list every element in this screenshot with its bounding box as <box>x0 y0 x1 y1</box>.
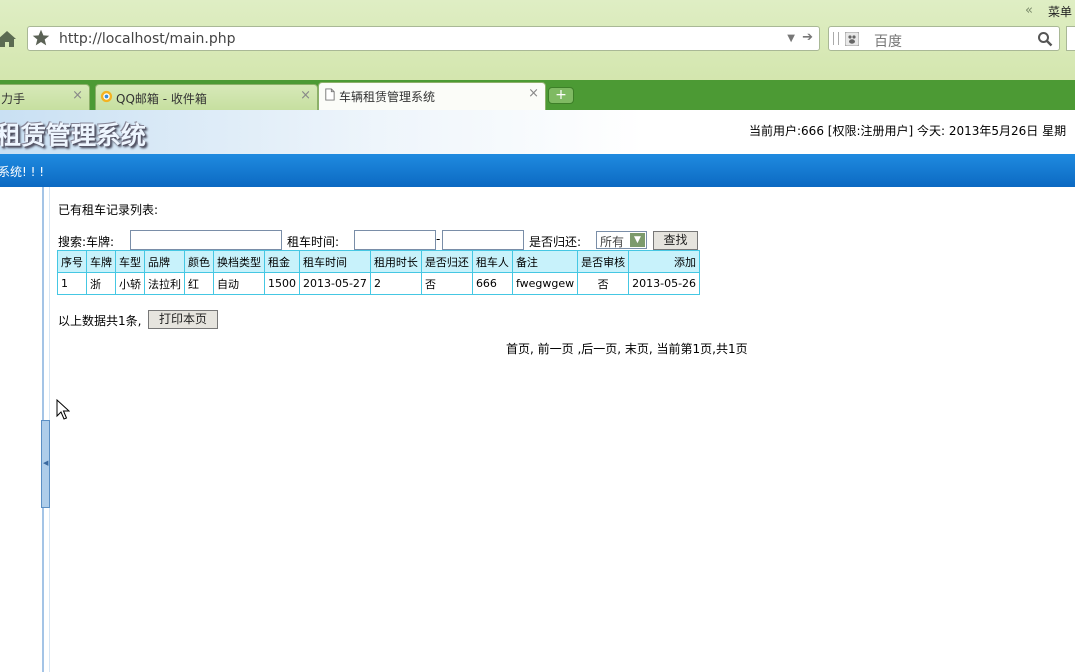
range-separator: - <box>436 232 441 246</box>
column-header: 换档类型 <box>213 250 265 273</box>
returned-select-value: 所有 <box>600 235 625 249</box>
table-cell: 否 <box>420 272 473 295</box>
nav-bar: 系统! ! ! <box>0 154 1075 187</box>
table-cell: fwegwgew <box>511 272 579 295</box>
tab-rental-system[interactable]: 车辆租赁管理系统 × <box>318 82 546 110</box>
column-header: 是否审核 <box>577 250 630 273</box>
chevron-down-icon: ▼ <box>630 233 645 247</box>
table-cell: 自动 <box>213 272 265 295</box>
tab-strip: 力手 × QQ邮箱 - 收件箱 × 车辆租赁管理系统 × + <box>0 80 1075 110</box>
column-header: 租金 <box>264 250 300 273</box>
menu-button[interactable]: 菜单 <box>1048 3 1072 20</box>
page-icon <box>325 88 335 101</box>
table-cell: 2013-05-27 <box>299 272 371 295</box>
chevron-down-icon[interactable]: ▼ <box>787 33 795 44</box>
start-date-input[interactable] <box>354 230 436 250</box>
column-header: 添加 <box>628 250 701 273</box>
column-header: 颜色 <box>184 250 214 273</box>
table-cell: 2 <box>369 272 422 295</box>
extension-button[interactable] <box>1066 26 1075 51</box>
home-icon[interactable] <box>0 28 18 50</box>
search-bar[interactable]: 百度 <box>828 26 1060 51</box>
chevron-left-icon: ◀ <box>43 459 49 467</box>
tab-label: QQ邮箱 - 收件箱 <box>116 92 207 106</box>
table-header-row: 序号 车牌 车型 品牌 颜色 换档类型 租金 租车时间 租用时长 是否归还 租车人 备注 是否审核 添加 <box>57 250 701 273</box>
close-icon[interactable]: × <box>528 86 539 101</box>
column-header: 品牌 <box>144 250 185 273</box>
end-date-input[interactable] <box>442 230 524 250</box>
site-title: 租赁管理系统 <box>0 121 147 150</box>
close-icon[interactable]: × <box>72 88 83 103</box>
search-form: 搜索:车牌: 租车时间: - 是否归还: 所有 ▼ 查找 <box>58 230 1075 252</box>
url-text: http://localhost/main.php <box>59 31 236 47</box>
table-cell: 1 <box>57 272 87 295</box>
column-header: 序号 <box>57 250 87 273</box>
list-title: 已有租车记录列表: <box>58 203 159 217</box>
tab-qq-mail[interactable]: QQ邮箱 - 收件箱 × <box>95 84 318 110</box>
table-cell: 小轿 <box>115 272 145 295</box>
search-engine-icon[interactable] <box>845 32 859 46</box>
table-cell: 法拉利 <box>144 272 185 295</box>
qq-mail-favicon-icon <box>100 90 113 103</box>
table-cell: 2013-05-26 <box>628 272 701 295</box>
table-cell: 红 <box>184 272 214 295</box>
plate-label: 搜索:车牌: <box>58 235 115 249</box>
returned-label: 是否归还: <box>529 235 582 249</box>
table-row: 1 浙小轿 法拉利红自动 1500 2013-05-27 2 否 666 fwegwgew 否 20… <box>57 272 701 295</box>
menu-strip: « 菜单 <box>0 0 1075 22</box>
browser-chrome: « 菜单 http://localhost/main.php ▼ ➔ 百度 力手… <box>0 0 1075 110</box>
star-icon[interactable] <box>30 27 52 49</box>
close-icon[interactable]: × <box>300 88 311 103</box>
table-cell: 否 <box>577 272 630 295</box>
tab-label: 力手 <box>1 92 26 106</box>
tab-label: 车辆租赁管理系统 <box>339 90 436 104</box>
collapse-handle[interactable]: ◀ <box>41 420 50 508</box>
table-cell: 666 <box>471 272 513 295</box>
returned-select[interactable]: 所有 ▼ <box>596 231 647 249</box>
column-header: 备注 <box>511 250 579 273</box>
tab-assistant[interactable]: 力手 × <box>0 84 90 110</box>
mouse-cursor-icon <box>56 399 70 420</box>
column-header: 是否归还 <box>420 250 473 273</box>
pagination: 首页, 前一页 ,后一页, 末页, 当前第1页,共1页 <box>506 342 748 356</box>
menu-collapse-icon[interactable]: « <box>1025 3 1033 18</box>
column-header: 租用时长 <box>369 250 422 273</box>
address-bar[interactable]: http://localhost/main.php ▼ ➔ <box>27 26 820 51</box>
rental-table: 序号 车牌 车型 品牌 颜色 换档类型 租金 租车时间 租用时长 是否归还 租车人 备注 是否审核 添加 … <box>57 250 701 295</box>
column-header: 租车人 <box>471 250 513 273</box>
find-button[interactable]: 查找 <box>653 231 698 250</box>
left-panel <box>0 187 42 672</box>
site-header: 租赁管理系统 当前用户:666 [权限:注册用户] 今天: 2013年5月26日… <box>0 110 1075 154</box>
plate-input[interactable] <box>130 230 282 250</box>
new-tab-button[interactable]: + <box>548 87 574 104</box>
record-summary: 以上数据共1条, <box>58 314 142 328</box>
column-header: 车型 <box>115 250 145 273</box>
nav-text: 系统! ! ! <box>0 165 45 179</box>
magnifier-icon[interactable] <box>1037 31 1053 47</box>
column-header: 车牌 <box>86 250 116 273</box>
arrow-right-icon[interactable]: ➔ <box>802 30 813 45</box>
table-cell: 1500 <box>264 272 300 295</box>
column-header: 租车时间 <box>299 250 371 273</box>
table-cell: 浙 <box>86 272 116 295</box>
user-info: 当前用户:666 [权限:注册用户] 今天: 2013年5月26日 星期 <box>749 124 1067 138</box>
search-placeholder: 百度 <box>874 34 902 50</box>
grip-icon <box>833 32 839 45</box>
print-button[interactable]: 打印本页 <box>148 310 218 329</box>
time-label: 租车时间: <box>287 235 340 249</box>
